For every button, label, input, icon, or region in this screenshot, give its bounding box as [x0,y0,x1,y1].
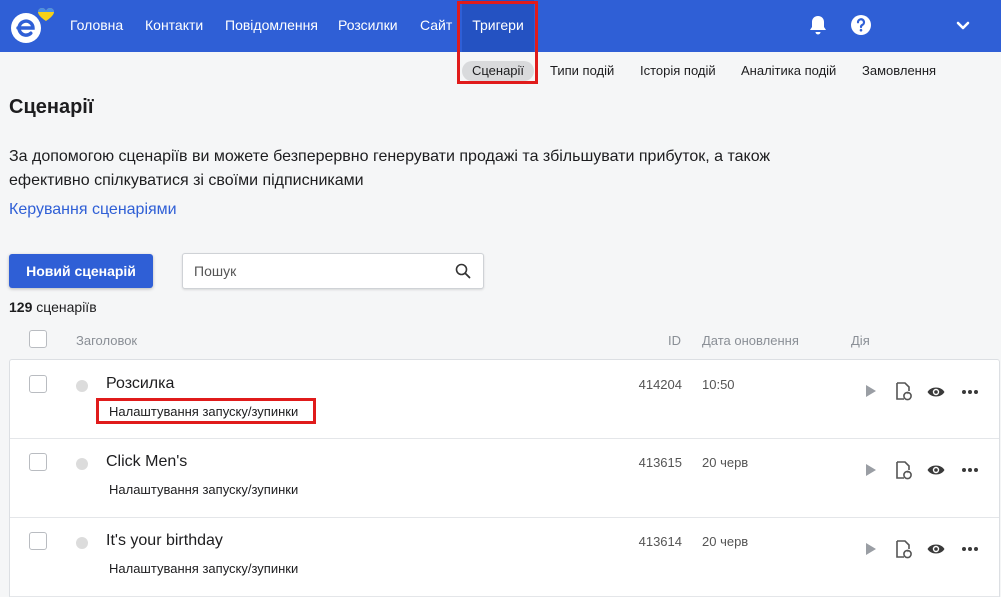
table-row[interactable]: Click Men's Налаштування запуску/зупинки… [10,439,999,518]
nav-messages[interactable]: Повідомлення [225,0,318,52]
scenario-title[interactable]: Click Men's [106,453,187,471]
search-icon[interactable] [455,263,471,279]
subnav-event-analytics[interactable]: Аналітика подій [741,61,836,81]
status-dot [76,537,88,549]
search-box [182,253,484,289]
search-input[interactable] [194,261,444,281]
start-stop-settings-link[interactable]: Налаштування запуску/зупинки [109,482,298,497]
chevron-down-icon[interactable] [951,13,975,37]
subnav-event-history[interactable]: Історія подій [640,61,716,81]
eye-icon[interactable] [926,382,946,402]
subnav-orders[interactable]: Замовлення [862,61,936,81]
start-stop-settings-link[interactable]: Налаштування запуску/зупинки [109,561,298,576]
nav-mailings[interactable]: Розсилки [338,0,398,52]
file-restart-icon[interactable] [893,381,913,401]
file-restart-icon[interactable] [893,460,913,480]
logo-icon[interactable] [7,7,55,47]
updated-date: 20 черв [702,534,749,549]
scenario-title[interactable]: Розсилка [106,375,174,393]
play-icon[interactable] [860,539,880,559]
eye-icon[interactable] [926,539,946,559]
row-checkbox[interactable] [29,532,47,550]
scenario-title[interactable]: It's your birthday [106,532,223,550]
manage-scenarios-link[interactable]: Керування сценаріями [9,201,177,219]
nav-site[interactable]: Сайт [420,0,452,52]
page-title: Сценарії [9,96,94,118]
play-icon[interactable] [860,460,880,480]
highlight-box [457,1,538,84]
help-icon[interactable] [849,13,873,37]
row-checkbox[interactable] [29,453,47,471]
scenario-id: 414204 [638,377,682,392]
bell-icon[interactable] [806,13,830,37]
row-checkbox[interactable] [29,375,47,393]
status-dot [76,458,88,470]
eye-icon[interactable] [926,460,946,480]
highlight-box [96,398,316,424]
table-row[interactable]: Розсилка Налаштування запуску/зупинки 41… [10,360,999,439]
page-description: За допомогою сценаріїв ви можете безпере… [9,148,771,189]
column-action: Дія [851,333,870,348]
nav-home[interactable]: Головна [70,0,123,52]
play-icon[interactable] [860,381,880,401]
column-date[interactable]: Дата оновлення [702,333,799,348]
scenario-id: 413615 [638,455,682,470]
scenario-id: 413614 [638,534,682,549]
select-all-checkbox[interactable] [29,330,47,348]
nav-contacts[interactable]: Контакти [145,0,203,52]
updated-date: 20 черв [702,455,749,470]
column-id[interactable]: ID [668,333,681,348]
more-options-icon[interactable] [960,460,980,480]
more-options-icon[interactable] [960,539,980,559]
more-options-icon[interactable] [960,382,980,402]
scenario-count-number: 129 [9,299,33,315]
file-restart-icon[interactable] [893,539,913,559]
scenario-count-label: сценаріїв [36,299,97,315]
scenario-count: 129 сценаріїв [9,299,97,315]
subnav-event-types[interactable]: Типи подій [550,61,614,81]
table-row[interactable]: It's your birthday Налаштування запуску/… [10,518,999,597]
new-scenario-button[interactable]: Новий сценарій [9,254,153,288]
updated-date: 10:50 [702,377,735,392]
column-title[interactable]: Заголовок [76,333,137,348]
scenario-table: Розсилка Налаштування запуску/зупинки 41… [9,359,1000,597]
status-dot [76,380,88,392]
